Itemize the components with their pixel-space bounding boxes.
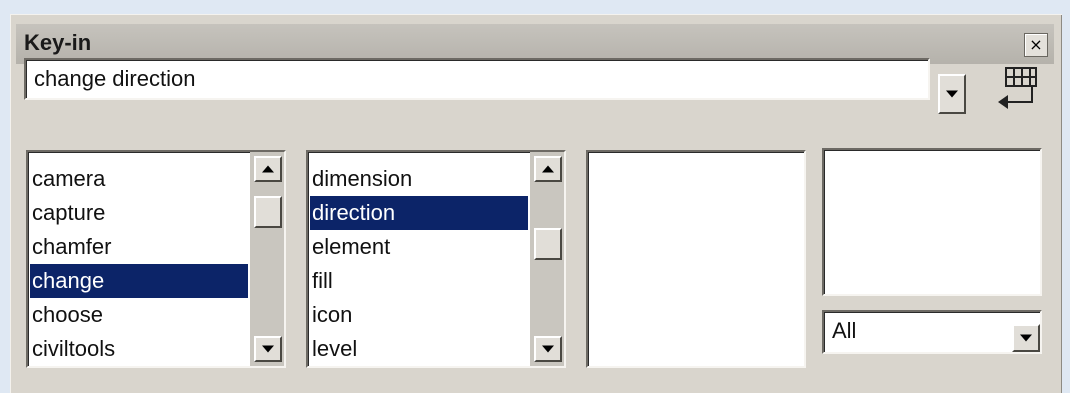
command-list-level1[interactable]: camera capture chamfer change choose civiltoo… (26, 150, 286, 368)
keyin-input[interactable]: change direction (24, 58, 930, 100)
list2-item[interactable]: fill (310, 264, 528, 298)
close-icon: × (1029, 35, 1043, 54)
list2-scroll-thumb[interactable] (534, 228, 562, 260)
list1-item[interactable]: camera (30, 162, 248, 196)
command-list-level3[interactable] (586, 150, 806, 368)
list1-item[interactable]: civiltools (30, 332, 248, 366)
list1-item[interactable]: capture (30, 196, 248, 230)
list1-scrollbar[interactable] (250, 152, 284, 366)
list2-scrollbar[interactable] (530, 152, 564, 366)
filter-select-value: All (832, 318, 857, 343)
list2-scroll-down-button[interactable] (534, 336, 562, 362)
list1-items: camera capture chamfer change choose civiltoo… (30, 162, 248, 366)
list2-item[interactable]: direction (310, 196, 528, 230)
command-list-level4[interactable] (822, 148, 1042, 296)
list2-items: dimension direction element fill icon level (310, 162, 528, 366)
list2-item[interactable]: dimension (310, 162, 528, 196)
keyin-input-value: change direction (34, 66, 196, 91)
list1-scroll-down-button[interactable] (254, 336, 282, 362)
list1-item[interactable]: change (30, 264, 248, 298)
filter-select[interactable]: All (822, 310, 1042, 354)
list1-scroll-up-button[interactable] (254, 156, 282, 182)
list2-scroll-up-button[interactable] (534, 156, 562, 182)
window-title: Key-in (24, 30, 92, 55)
command-list-level2[interactable]: dimension direction element fill icon level (306, 150, 566, 368)
list1-scroll-thumb[interactable] (254, 196, 282, 228)
keyboard-enter-icon[interactable] (994, 64, 1040, 112)
list1-item[interactable]: choose (30, 298, 248, 332)
list2-item[interactable]: element (310, 230, 528, 264)
list2-item[interactable]: level (310, 332, 528, 366)
list1-item[interactable]: chamfer (30, 230, 248, 264)
filter-dropdown-button[interactable] (1012, 324, 1040, 352)
list2-item[interactable]: icon (310, 298, 528, 332)
keyin-history-dropdown-button[interactable] (938, 74, 966, 114)
close-button[interactable]: × (1024, 33, 1048, 57)
